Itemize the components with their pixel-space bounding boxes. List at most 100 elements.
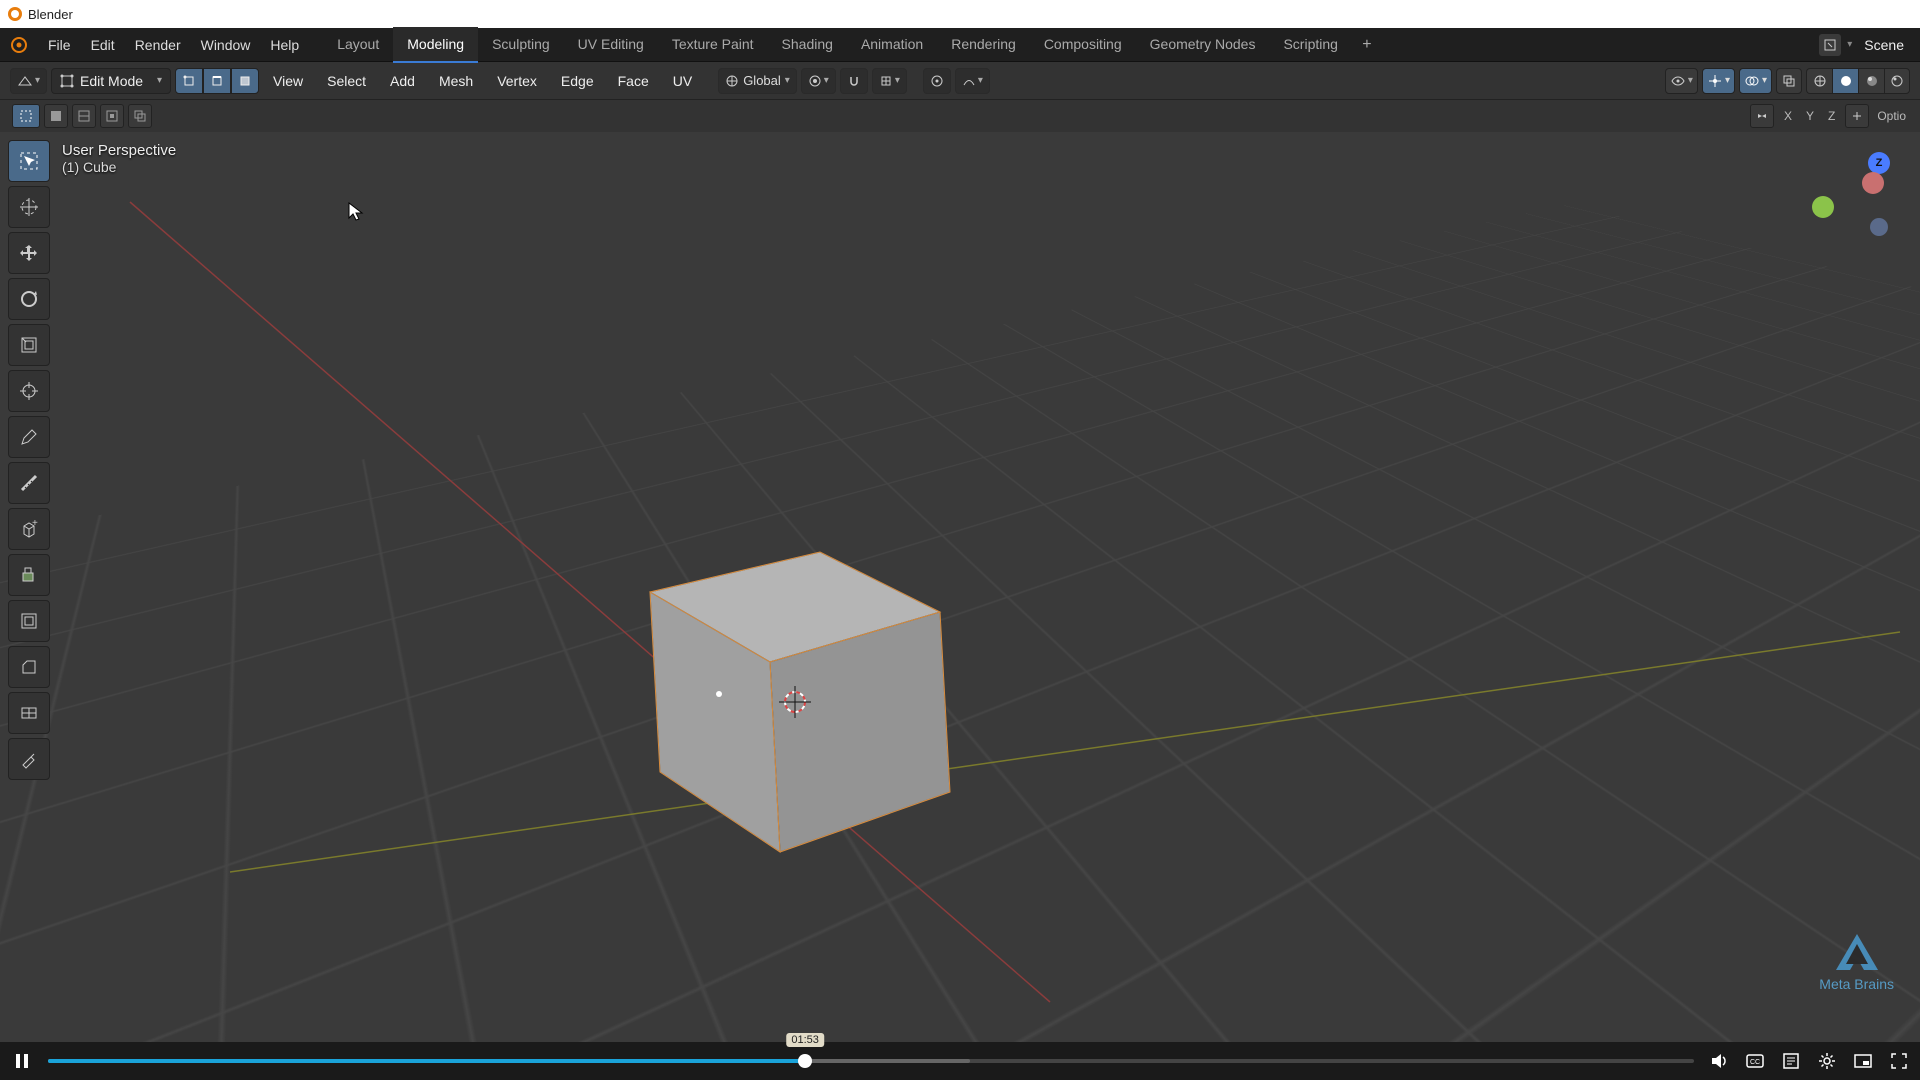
transform-orientation[interactable]: Global ▾ xyxy=(718,68,797,94)
pivot-point[interactable]: ▾ xyxy=(801,68,836,94)
gizmo-y-axis[interactable] xyxy=(1812,196,1834,218)
header-add[interactable]: Add xyxy=(380,68,425,94)
scene-browse-icon[interactable] xyxy=(1819,34,1841,56)
select-extend-icon[interactable] xyxy=(44,104,68,128)
tab-rendering[interactable]: Rendering xyxy=(937,27,1030,63)
overlay-toggle[interactable]: ▾ xyxy=(1739,68,1772,94)
transform-tool[interactable] xyxy=(8,370,50,412)
bevel-tool[interactable] xyxy=(8,646,50,688)
blender-menu-icon[interactable] xyxy=(10,36,38,54)
header-vertex[interactable]: Vertex xyxy=(487,68,547,94)
mode-selector[interactable]: Edit Mode ▾ xyxy=(51,68,171,94)
settings-button[interactable] xyxy=(1816,1050,1838,1072)
header-uv[interactable]: UV xyxy=(663,68,702,94)
fullscreen-button[interactable] xyxy=(1888,1050,1910,1072)
tab-layout[interactable]: Layout xyxy=(323,27,393,63)
tab-sculpting[interactable]: Sculpting xyxy=(478,27,564,63)
gizmo-icon xyxy=(1707,73,1723,89)
move-tool[interactable] xyxy=(8,232,50,274)
header-view[interactable]: View xyxy=(263,68,313,94)
add-workspace-button[interactable]: + xyxy=(1352,36,1382,54)
add-cube-tool[interactable]: + xyxy=(8,508,50,550)
menu-help[interactable]: Help xyxy=(260,28,309,62)
visibility-dropdown[interactable]: ▾ xyxy=(1665,68,1698,94)
tab-compositing[interactable]: Compositing xyxy=(1030,27,1136,63)
scale-tool[interactable] xyxy=(8,324,50,366)
header-edge[interactable]: Edge xyxy=(551,68,604,94)
options-button[interactable]: Optio xyxy=(1875,109,1908,123)
falloff-icon xyxy=(962,74,976,88)
mouse-cursor-icon xyxy=(348,202,364,222)
proportional-falloff[interactable]: ▾ xyxy=(955,68,990,94)
proportional-edit-toggle[interactable] xyxy=(923,68,951,94)
tab-texture-paint[interactable]: Texture Paint xyxy=(658,27,768,63)
volume-button[interactable] xyxy=(1708,1050,1730,1072)
viewport-header: ▾ Edit Mode ▾ View Select Add Mesh Verte… xyxy=(0,62,1920,100)
mirror-button[interactable] xyxy=(1750,104,1774,128)
progress-handle[interactable] xyxy=(798,1054,812,1068)
annotate-tool[interactable] xyxy=(8,416,50,458)
menu-file[interactable]: File xyxy=(38,28,81,62)
snap-toggle[interactable] xyxy=(840,68,868,94)
xray-icon xyxy=(1781,73,1797,89)
gizmo-neg-axis[interactable] xyxy=(1870,218,1888,236)
viewport-overlay-text: User Perspective (1) Cube xyxy=(62,142,176,175)
transcript-button[interactable] xyxy=(1780,1050,1802,1072)
knife-tool[interactable] xyxy=(8,738,50,780)
inset-tool[interactable] xyxy=(8,600,50,642)
gizmo-toggle[interactable]: ▾ xyxy=(1702,68,1735,94)
menu-edit[interactable]: Edit xyxy=(81,28,125,62)
select-intersect-icon[interactable] xyxy=(128,104,152,128)
tab-shading[interactable]: Shading xyxy=(768,27,847,63)
xray-toggle[interactable] xyxy=(1776,68,1802,94)
svg-text:CC: CC xyxy=(1750,1059,1760,1066)
tab-uv-editing[interactable]: UV Editing xyxy=(564,27,658,63)
time-tooltip: 01:53 xyxy=(786,1033,824,1047)
rendered-shading-button[interactable] xyxy=(1884,68,1910,94)
pause-button[interactable] xyxy=(10,1049,34,1073)
menu-render[interactable]: Render xyxy=(125,28,191,62)
auto-merge-button[interactable] xyxy=(1845,104,1869,128)
tab-geometry-nodes[interactable]: Geometry Nodes xyxy=(1136,27,1270,63)
header-select[interactable]: Select xyxy=(317,68,376,94)
face-select-button[interactable] xyxy=(231,68,259,94)
snap-options[interactable]: ▾ xyxy=(872,68,907,94)
3d-viewport[interactable]: User Perspective (1) Cube + Z Meta Brain… xyxy=(0,132,1920,1042)
captions-button[interactable]: CC xyxy=(1744,1050,1766,1072)
edge-select-button[interactable] xyxy=(203,68,231,94)
rotate-tool[interactable] xyxy=(8,278,50,320)
video-progress-bar[interactable]: 01:53 xyxy=(48,1059,1694,1063)
measure-tool[interactable] xyxy=(8,462,50,504)
loop-cut-tool[interactable] xyxy=(8,692,50,734)
gizmo-x-axis[interactable] xyxy=(1862,172,1884,194)
overlay-icon xyxy=(1744,73,1760,89)
select-subtract-icon[interactable] xyxy=(72,104,96,128)
menu-window[interactable]: Window xyxy=(191,28,261,62)
navigation-gizmo[interactable]: Z xyxy=(1812,152,1892,232)
select-box-tool[interactable] xyxy=(8,140,50,182)
vertex-select-button[interactable] xyxy=(175,68,203,94)
tab-scripting[interactable]: Scripting xyxy=(1269,27,1351,63)
tab-modeling[interactable]: Modeling xyxy=(393,27,478,63)
axis-y[interactable]: Y xyxy=(1802,109,1818,123)
material-shading-button[interactable] xyxy=(1858,68,1884,94)
header-face[interactable]: Face xyxy=(608,68,659,94)
axis-x[interactable]: X xyxy=(1780,109,1796,123)
header-mesh[interactable]: Mesh xyxy=(429,68,483,94)
axis-z[interactable]: Z xyxy=(1824,109,1839,123)
blender-logo-icon xyxy=(8,7,22,21)
scene-name[interactable]: Scene xyxy=(1858,37,1910,53)
extrude-tool[interactable] xyxy=(8,554,50,596)
wireframe-shading-button[interactable] xyxy=(1806,68,1832,94)
chevron-down-icon: ▾ xyxy=(157,75,162,86)
editor-type-icon[interactable]: ▾ xyxy=(10,68,47,94)
shading-mode-group xyxy=(1806,68,1910,94)
globe-icon xyxy=(725,74,739,88)
gizmo-z-axis[interactable]: Z xyxy=(1868,152,1890,174)
solid-shading-button[interactable] xyxy=(1832,68,1858,94)
cursor-tool[interactable] xyxy=(8,186,50,228)
pip-button[interactable] xyxy=(1852,1050,1874,1072)
select-box-icon[interactable] xyxy=(12,104,40,128)
select-invert-icon[interactable] xyxy=(100,104,124,128)
tab-animation[interactable]: Animation xyxy=(847,27,937,63)
